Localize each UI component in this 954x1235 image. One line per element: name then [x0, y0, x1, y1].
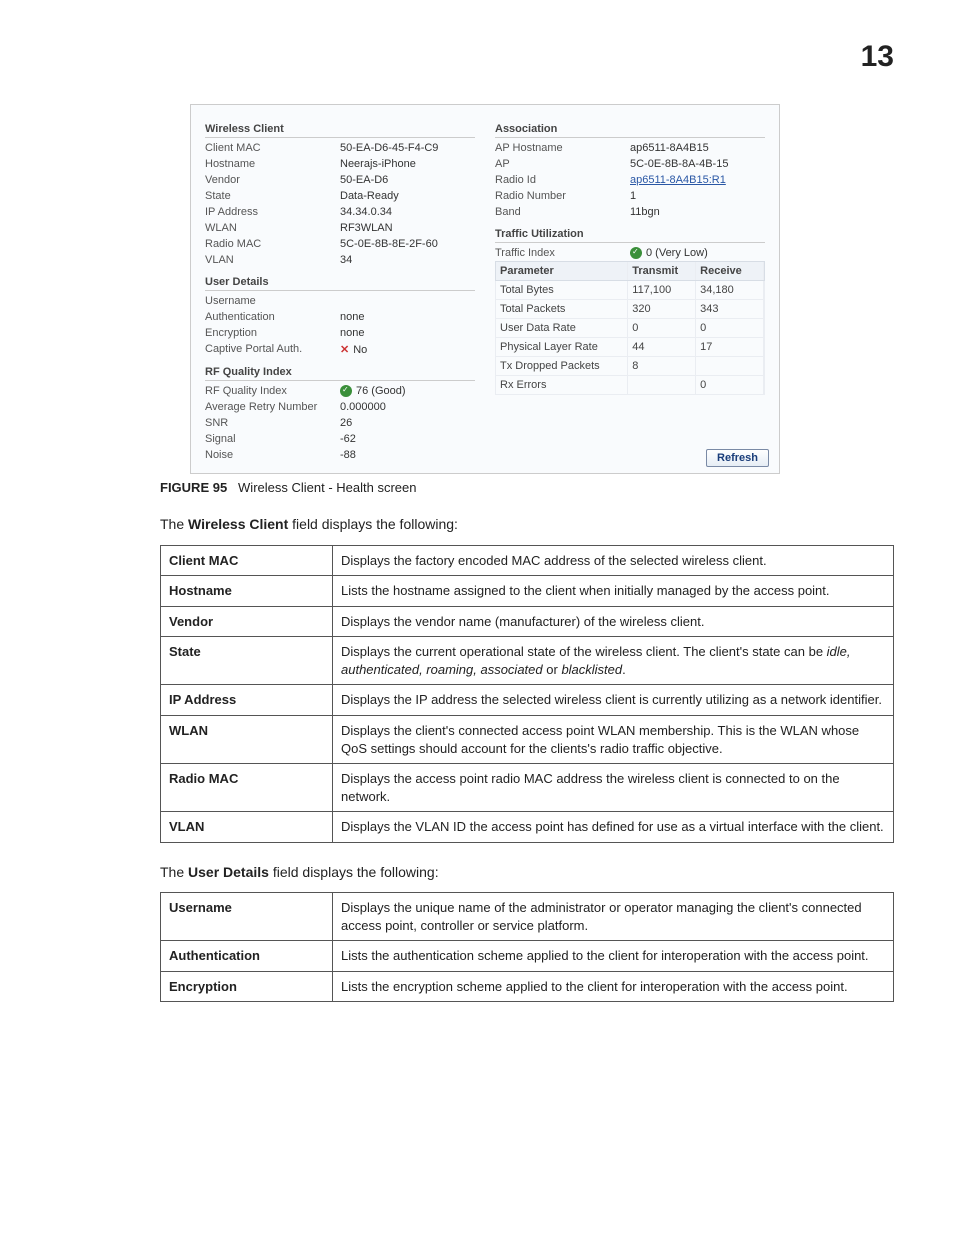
- table-row: IP AddressDisplays the IP address the se…: [161, 685, 894, 716]
- traffic-table-head: Parameter Transmit Receive: [495, 261, 765, 281]
- traffic-row: Physical Layer Rate4417: [495, 338, 765, 357]
- section-traffic: Traffic Utilization: [495, 226, 765, 243]
- kv-row: IP Address34.34.0.34: [205, 204, 475, 220]
- kv-row: Client MAC50-EA-D6-45-F4-C9: [205, 140, 475, 156]
- left-column: Wireless Client Client MAC50-EA-D6-45-F4…: [205, 115, 475, 463]
- kv-row: Signal-62: [205, 431, 475, 447]
- app-screenshot: Wireless Client Client MAC50-EA-D6-45-F4…: [190, 104, 780, 474]
- kv-row: Radio MAC5C-0E-8B-8E-2F-60: [205, 236, 475, 252]
- table-row: UsernameDisplays the unique name of the …: [161, 893, 894, 941]
- intro-text-2: The User Details field displays the foll…: [160, 863, 894, 883]
- kv-row: StateData-Ready: [205, 188, 475, 204]
- wireless-client-desc-table: Client MACDisplays the factory encoded M…: [160, 545, 894, 843]
- kv-row: HostnameNeerajs-iPhone: [205, 156, 475, 172]
- figure-caption: FIGURE 95 Wireless Client - Health scree…: [160, 480, 894, 495]
- traffic-index-label: Traffic Index: [495, 247, 630, 259]
- table-row: Client MACDisplays the factory encoded M…: [161, 545, 894, 576]
- table-row: HostnameLists the hostname assigned to t…: [161, 576, 894, 607]
- table-row: StateDisplays the current operational st…: [161, 637, 894, 685]
- kv-row: Captive Portal Auth.✕No: [205, 341, 475, 358]
- radio-id-link[interactable]: ap6511-8A4B15:R1: [630, 174, 726, 186]
- kv-row: AP Hostnameap6511-8A4B15: [495, 140, 765, 156]
- table-row: AuthenticationLists the authentication s…: [161, 941, 894, 972]
- traffic-row: Total Bytes117,10034,180: [495, 281, 765, 300]
- traffic-row: User Data Rate00: [495, 319, 765, 338]
- table-row: EncryptionLists the encryption scheme ap…: [161, 971, 894, 1002]
- user-details-desc-table: UsernameDisplays the unique name of the …: [160, 892, 894, 1002]
- kv-row: WLANRF3WLAN: [205, 220, 475, 236]
- kv-row: Vendor50-EA-D6: [205, 172, 475, 188]
- kv-row: RF Quality Index76 (Good): [205, 383, 475, 399]
- section-wireless-client: Wireless Client: [205, 121, 475, 138]
- kv-row: AP5C-0E-8B-8A-4B-15: [495, 156, 765, 172]
- refresh-button[interactable]: Refresh: [706, 449, 769, 467]
- kv-row: Average Retry Number0.000000: [205, 399, 475, 415]
- intro-text-1: The Wireless Client field displays the f…: [160, 515, 894, 535]
- table-row: WLANDisplays the client's connected acce…: [161, 715, 894, 763]
- section-rf-quality: RF Quality Index: [205, 364, 475, 381]
- traffic-index-value: 0 (Very Low): [630, 247, 765, 259]
- status-dot-icon: [340, 385, 352, 397]
- x-icon: ✕: [340, 344, 349, 356]
- traffic-index-row: Traffic Index 0 (Very Low): [495, 245, 765, 261]
- kv-row: Encryptionnone: [205, 325, 475, 341]
- chapter-number: 13: [60, 40, 894, 74]
- kv-row: Band11bgn: [495, 204, 765, 220]
- right-column: Association AP Hostnameap6511-8A4B15AP5C…: [495, 115, 765, 463]
- traffic-row: Tx Dropped Packets8: [495, 357, 765, 376]
- kv-row: Username: [205, 293, 475, 309]
- kv-row: VLAN34: [205, 252, 475, 268]
- traffic-row: Total Packets320343: [495, 300, 765, 319]
- table-row: Radio MACDisplays the access point radio…: [161, 764, 894, 812]
- kv-row: Authenticationnone: [205, 309, 475, 325]
- section-association: Association: [495, 121, 765, 138]
- section-user-details: User Details: [205, 274, 475, 291]
- kv-row: Noise-88: [205, 447, 475, 463]
- status-dot-icon: [630, 247, 642, 259]
- kv-row: SNR26: [205, 415, 475, 431]
- kv-row: Radio Number1: [495, 188, 765, 204]
- table-row: VendorDisplays the vendor name (manufact…: [161, 606, 894, 637]
- kv-row: Radio Idap6511-8A4B15:R1: [495, 172, 765, 188]
- table-row: VLANDisplays the VLAN ID the access poin…: [161, 812, 894, 843]
- traffic-row: Rx Errors0: [495, 376, 765, 395]
